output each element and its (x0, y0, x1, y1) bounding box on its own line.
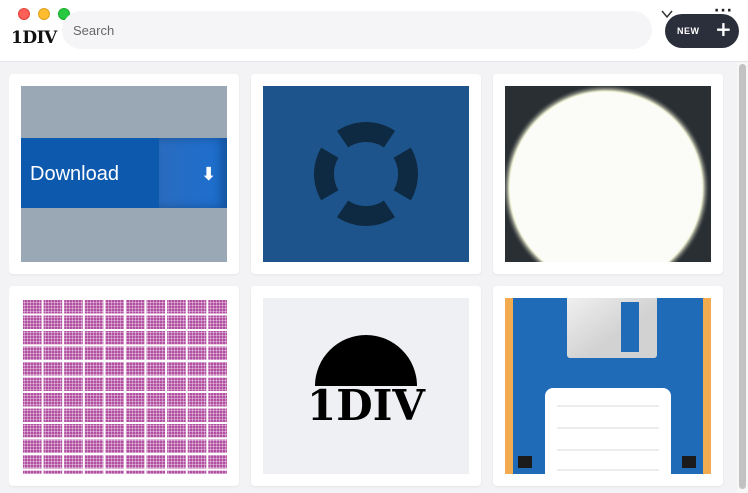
thumbnail-floppy-disk (505, 298, 711, 474)
scrollbar-thumb[interactable] (739, 64, 746, 489)
thumbnail-lifebuoy (263, 86, 469, 262)
floppy-disk-icon (513, 298, 703, 474)
minimize-window-button[interactable] (38, 8, 50, 20)
gallery-card-1div-logo[interactable]: 1DIV (251, 286, 481, 486)
arrow-down-icon: ⬇ (201, 164, 217, 185)
search-bar (62, 11, 652, 49)
close-window-button[interactable] (18, 8, 30, 20)
gallery-card-floppy-disk[interactable] (493, 286, 723, 486)
vertical-scrollbar[interactable] (737, 62, 748, 493)
1div-logo-text: 1DIV (307, 381, 426, 430)
title-bar: 1DIV NEW + ··· (0, 0, 748, 62)
new-button-label: NEW (677, 26, 700, 36)
moon-icon (505, 86, 710, 262)
new-button[interactable]: NEW + (665, 14, 739, 48)
thumbnail-1div-logo: 1DIV (263, 298, 469, 474)
gallery-card-download-button[interactable]: Download ⬇ (9, 74, 239, 274)
gallery-card-lifebuoy[interactable] (251, 74, 481, 274)
1div-logo-image: 1DIV (307, 335, 426, 430)
download-label: Download (30, 163, 119, 185)
thumbnail-download-button: Download ⬇ (21, 86, 227, 262)
app-logo: 1DIV (11, 28, 57, 48)
gallery-card-grid-pattern[interactable] (9, 286, 239, 486)
gallery-card-full-moon[interactable] (493, 74, 723, 274)
thumbnail-grid-pattern (21, 298, 227, 474)
lifebuoy-icon (307, 111, 425, 237)
plus-icon: + (715, 17, 732, 41)
gallery-grid: Download ⬇ 1DIV (9, 74, 731, 493)
search-input[interactable] (73, 21, 633, 39)
more-horizontal-icon[interactable]: ··· (714, 4, 733, 18)
thumbnail-full-moon (505, 86, 711, 262)
download-band: Download ⬇ (21, 138, 227, 208)
